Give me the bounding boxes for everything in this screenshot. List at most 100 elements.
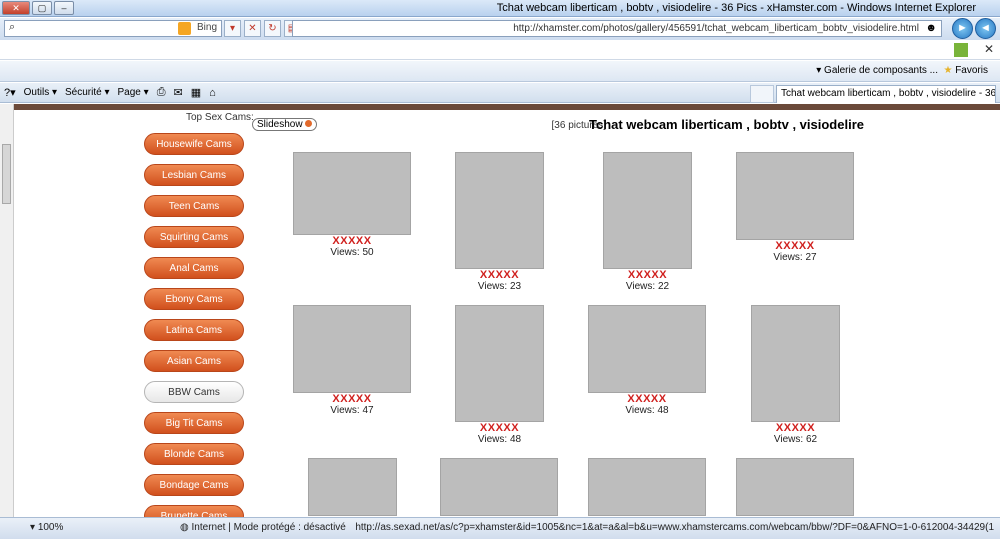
security-label: Sécurité — [65, 87, 102, 98]
home-icon[interactable]: ⌂ — [209, 87, 216, 99]
maximize-window-button[interactable]: ▢ — [32, 1, 52, 15]
gallery-tile[interactable] — [588, 458, 706, 516]
zoom-value: 100% — [37, 522, 64, 533]
thumbnail-placeholder[interactable] — [736, 152, 854, 240]
mail-icon[interactable]: ✉ — [174, 86, 183, 99]
page-label: Page — [117, 87, 141, 98]
thumbnail-placeholder[interactable] — [588, 305, 706, 393]
security-zone: ◍ Internet | Mode protégé : désactivé — [180, 522, 346, 533]
page-menu[interactable]: Page ▾ — [118, 87, 149, 98]
sidebar-item[interactable]: BBW Cams — [144, 381, 244, 403]
sidebar-item[interactable]: Teen Cams — [144, 195, 244, 217]
sidebar-item[interactable]: Squirting Cams — [144, 226, 244, 248]
address-bar: ⌕ Bing ▾ ✕ ↻ ▤ http://xhamster.com/photo… — [0, 18, 1000, 40]
view-count: Views: 48 — [477, 434, 522, 445]
new-tab-button[interactable] — [750, 85, 774, 103]
rating: XXXXX — [627, 269, 668, 281]
thumbnail-placeholder[interactable] — [455, 152, 544, 269]
favorites-label: Favoris — [955, 65, 988, 76]
sidebar-item[interactable]: Bondage Cams — [144, 474, 244, 496]
window-controls: ✕ ▢ – — [2, 1, 74, 15]
thumbnail-placeholder[interactable] — [293, 305, 411, 393]
status-bar: ▾ 100% ◍ Internet | Mode protégé : désac… — [0, 517, 1000, 539]
gallery-tile[interactable]: XXXXX Views: 47 — [293, 305, 411, 416]
view-count: Views: 47 — [330, 405, 374, 416]
gallery-tile[interactable]: XXXXX Views: 23 — [455, 152, 544, 292]
view-count: Views: 23 — [477, 281, 522, 292]
search-icon[interactable]: ⌕ — [9, 21, 15, 34]
rating: XXXXX — [775, 422, 816, 434]
url-text: http://xhamster.com/photos/gallery/45659… — [513, 23, 919, 34]
slideshow-icon — [304, 120, 312, 127]
search-provider-label: Bing — [196, 22, 217, 33]
tab-active[interactable]: Tchat webcam liberticam , bobtv , visiod… — [776, 85, 996, 103]
sidebar-item[interactable]: Lesbian Cams — [144, 164, 244, 186]
gallery-tile[interactable] — [440, 458, 558, 516]
gallery-tile[interactable]: XXXXX Views: 48 — [588, 305, 706, 416]
window-titlebar: ✕ ▢ – Tchat webcam liberticam , bobtv , … — [0, 0, 1000, 17]
status-url: http://as.sexad.net/as/c?p=xhamster&id=1… — [355, 522, 994, 533]
gallery-tile[interactable]: XXXXX Views: 22 — [603, 152, 692, 292]
bing-icon — [178, 22, 191, 35]
tab-bar: ?▾ Outils ▾ Sécurité ▾ Page ▾ ⎙ ✉ ▦ ⌂ Tc… — [0, 83, 1000, 103]
rating: XXXXX — [627, 393, 667, 405]
slideshow-button[interactable]: Slideshow — [252, 118, 317, 131]
site-icon: ☻ — [925, 22, 937, 34]
zone-label: Internet | Mode protégé : désactivé — [191, 522, 346, 533]
refresh-icon[interactable]: ↻ — [264, 20, 281, 37]
feed-icon[interactable]: ▦ — [191, 86, 201, 99]
gallery-tile[interactable] — [736, 458, 854, 516]
gallery-header: Slideshow [36 pictures] Tchat webcam lib… — [252, 117, 864, 134]
favorites-button[interactable]: ★ Favoris — [943, 65, 988, 76]
forward-button[interactable]: ► — [952, 18, 973, 39]
gallery-tile[interactable]: XXXXX Views: 50 — [293, 152, 411, 258]
gallery-title: Tchat webcam liberticam , bobtv , visiod… — [588, 117, 864, 132]
thumbnail-placeholder[interactable] — [603, 152, 692, 269]
sidebar-item[interactable]: Ebony Cams — [144, 288, 244, 310]
sidebar-item[interactable]: Latina Cams — [144, 319, 244, 341]
close-icon[interactable]: ✕ — [984, 42, 994, 56]
view-count: Views: 22 — [625, 281, 670, 292]
window-title: Tchat webcam liberticam , bobtv , visiod… — [496, 2, 976, 14]
gallery-tile[interactable]: XXXXX Views: 48 — [455, 305, 544, 445]
sidebar-item[interactable]: Housewife Cams — [144, 133, 244, 155]
addon-icon[interactable] — [954, 43, 968, 57]
zoom-level[interactable]: ▾ 100% — [30, 522, 63, 533]
thumbnail-placeholder[interactable] — [293, 152, 411, 235]
tab-label: Tchat webcam liberticam , bobtv , visiod… — [781, 88, 996, 99]
toolbar-strip: ✕ — [0, 40, 1000, 60]
print-icon[interactable]: ⎙ — [157, 86, 166, 99]
help-icon[interactable]: ?▾ — [4, 86, 16, 99]
scrollbar-thumb[interactable] — [2, 144, 11, 204]
sidebar-item[interactable]: Anal Cams — [144, 257, 244, 279]
dropdown-icon[interactable]: ▾ — [224, 20, 241, 37]
thumbnail-placeholder[interactable] — [736, 458, 854, 516]
tools-menu[interactable]: Outils ▾ — [24, 87, 57, 98]
view-count: Views: 50 — [330, 247, 374, 258]
gallery-tile[interactable]: XXXXX Views: 62 — [751, 305, 840, 445]
search-input[interactable]: ⌕ Bing — [4, 20, 222, 37]
security-menu[interactable]: Sécurité ▾ — [65, 87, 110, 98]
url-field[interactable]: http://xhamster.com/photos/gallery/45659… — [292, 20, 942, 37]
sidebar-item[interactable]: Blonde Cams — [144, 443, 244, 465]
rating: XXXXX — [332, 235, 372, 247]
nav-buttons: ► ◄ — [952, 18, 996, 39]
gallery-tile[interactable]: XXXXX Views: 27 — [736, 152, 854, 263]
sidebar-item[interactable]: Asian Cams — [144, 350, 244, 372]
thumbnail-placeholder[interactable] — [455, 305, 544, 422]
sidebar-item[interactable]: Big Tit Cams — [144, 412, 244, 434]
thumbnail-placeholder[interactable] — [308, 458, 397, 516]
minimize-window-button[interactable]: – — [54, 1, 74, 15]
scrollbar[interactable] — [0, 104, 14, 517]
thumbnail-placeholder[interactable] — [440, 458, 558, 516]
galerie-label: Galerie de composants ... — [824, 65, 938, 76]
back-button[interactable]: ◄ — [975, 18, 996, 39]
thumbnail-placeholder[interactable] — [751, 305, 840, 422]
stop-icon[interactable]: ✕ — [244, 20, 261, 37]
sidebar-cams: Housewife Cams Lesbian Cams Teen Cams Sq… — [144, 133, 244, 536]
galerie-link[interactable]: ▾ Galerie de composants ... — [816, 65, 938, 76]
gallery-tile[interactable] — [308, 458, 397, 516]
slideshow-label: Slideshow — [257, 119, 303, 130]
close-window-button[interactable]: ✕ — [2, 1, 30, 15]
thumbnail-placeholder[interactable] — [588, 458, 706, 516]
